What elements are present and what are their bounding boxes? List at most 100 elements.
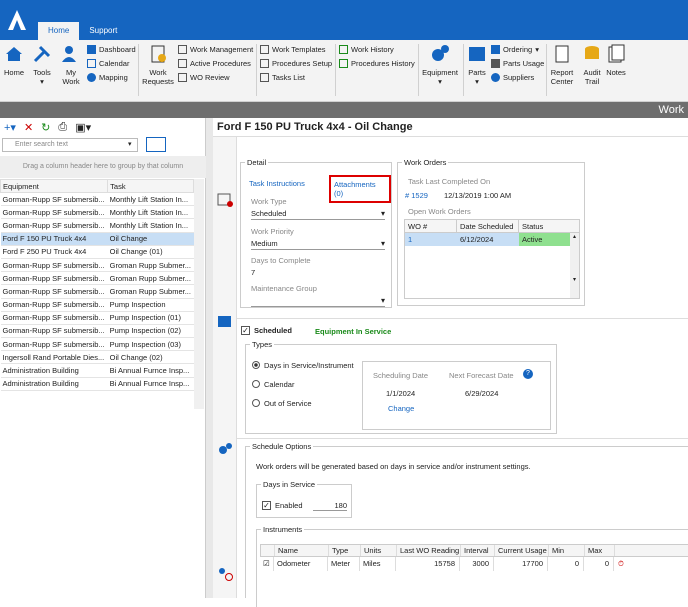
task-cell[interactable]: Groman Rupp Submer... — [107, 258, 194, 273]
task-cell[interactable]: Pump Inspection — [107, 298, 194, 312]
col-header[interactable]: Min — [549, 545, 585, 556]
col-header[interactable]: Type — [329, 545, 361, 556]
tab-support[interactable]: Support — [79, 22, 127, 40]
task-cell[interactable]: Pump Inspection (02) — [107, 324, 194, 339]
change-link[interactable]: Change — [388, 404, 414, 413]
panel-splitter[interactable] — [206, 118, 213, 598]
equipment-cell[interactable]: Gorman-Rupp SF submersib... — [0, 271, 108, 286]
col-header-task[interactable]: Task — [107, 179, 194, 193]
task-cell[interactable]: Pump Inspection (01) — [107, 311, 194, 325]
table-row[interactable]: Gorman-Rupp SF submersib... Monthly Lift … — [0, 218, 194, 233]
col-date[interactable]: Date Scheduled — [457, 220, 519, 232]
work-requests-button[interactable]: Work Requests — [141, 44, 175, 86]
task-cell[interactable]: Groman Rupp Submer... — [107, 271, 194, 286]
equipment-cell[interactable]: Administration Building — [0, 377, 108, 391]
print-icon[interactable]: ⎙ — [58, 121, 67, 134]
suppliers-button[interactable]: Suppliers — [491, 73, 534, 82]
equipment-cell[interactable]: Gorman-Rupp SF submersib... — [0, 311, 108, 325]
radio-icon[interactable] — [252, 361, 260, 369]
table-row[interactable]: Gorman-Rupp SF submersib... Pump Inspecti… — [0, 337, 194, 352]
radio-days-in-service[interactable]: Days in Service/Instrument — [252, 361, 354, 370]
task-cell[interactable]: Oil Change (01) — [107, 245, 194, 259]
task-cell[interactable]: Monthly Lift Station In... — [107, 192, 194, 207]
instrument-cell[interactable]: 0 — [548, 557, 584, 571]
table-row[interactable]: Administration Building Bi Annual Furnce … — [0, 363, 194, 378]
tools-button[interactable]: Tools ▾ — [30, 44, 54, 86]
instrument-cell[interactable]: 3000 — [460, 557, 494, 571]
radio-icon[interactable] — [252, 399, 260, 407]
days-input[interactable]: 180 — [313, 501, 347, 511]
col-header[interactable]: Current Usage — [495, 545, 549, 556]
equipment-cell[interactable]: Gorman-Rupp SF submersib... — [0, 258, 108, 273]
table-row[interactable]: Ford F 250 PU Truck 4x4 Oil Change (01) — [0, 245, 194, 259]
task-cell[interactable]: Oil Change (02) — [107, 350, 194, 365]
task-cell[interactable]: Pump Inspection (03) — [107, 337, 194, 352]
wo-scrollbar[interactable]: ▴ ▾ — [570, 233, 579, 298]
task-cell[interactable]: Bi Annual Furnce Insp... — [107, 377, 194, 391]
calendar-button[interactable]: Calendar — [87, 59, 129, 68]
table-row[interactable]: Ingersoll Rand Portable Dies... Oil Chang… — [0, 350, 194, 365]
col-wo[interactable]: WO # — [405, 220, 457, 232]
check-icon[interactable]: ✓ — [262, 501, 271, 510]
equipment-cell[interactable]: Gorman-Rupp SF submersib... — [0, 218, 108, 233]
work-history-button[interactable]: Work History — [339, 45, 394, 54]
equipment-cell[interactable]: Gorman-Rupp SF submersib... — [0, 205, 108, 220]
radio-icon[interactable] — [252, 380, 260, 388]
column-chooser-icon[interactable] — [146, 137, 166, 152]
instrument-cell[interactable]: 17700 — [494, 557, 548, 571]
mapping-button[interactable]: Mapping — [87, 73, 128, 82]
col-header[interactable]: Interval — [461, 545, 495, 556]
task-cell[interactable]: Monthly Lift Station In... — [107, 218, 194, 233]
table-row[interactable]: 1 6/12/2024 Active — [405, 233, 579, 246]
table-row[interactable]: Gorman-Rupp SF submersib... Groman Rupp S… — [0, 258, 194, 273]
add-icon[interactable]: +▾ — [4, 121, 16, 134]
attachments-link[interactable]: Attachments (0) — [329, 175, 391, 203]
col-header[interactable]: Max — [585, 545, 615, 556]
table-row[interactable]: Gorman-Rupp SF submersib... Pump Inspecti… — [0, 311, 194, 325]
table-row[interactable]: ☑ Odometer Meter Miles 15758 3000 17700 0 0 ⏱ — [260, 557, 688, 571]
clock-icon[interactable]: ⏱ — [614, 557, 624, 571]
equipment-cell[interactable]: Gorman-Rupp SF submersib... — [0, 192, 108, 207]
audit-trail-button[interactable]: Audit Trail — [580, 44, 604, 86]
instrument-cell[interactable]: 15758 — [396, 557, 460, 571]
view-icon[interactable]: ▣▾ — [75, 121, 91, 134]
task-cell[interactable]: Oil Change — [107, 232, 194, 246]
report-center-button[interactable]: Report Center — [548, 44, 576, 86]
scheduled-checkbox[interactable]: ✓ Scheduled — [241, 326, 292, 335]
tasks-list-button[interactable]: Tasks List — [260, 73, 305, 82]
my-work-button[interactable]: My Work — [58, 44, 84, 86]
wo-review-button[interactable]: WO Review — [178, 73, 230, 82]
parts-button[interactable]: Parts ▾ — [466, 44, 488, 86]
wo-number[interactable]: 1 — [405, 233, 457, 246]
maintenance-group-select[interactable] — [251, 296, 385, 307]
search-input[interactable]: Enter search text — [2, 138, 138, 152]
table-row[interactable]: Administration Building Bi Annual Furnce … — [0, 377, 194, 391]
refresh-icon[interactable]: ↻ — [41, 121, 50, 134]
last-wo-link[interactable]: # 1529 — [405, 191, 428, 200]
equipment-cell[interactable]: Ingersoll Rand Portable Dies... — [0, 350, 108, 365]
scheduled-calendar-icon[interactable] — [217, 315, 233, 329]
col-status[interactable]: Status — [519, 220, 571, 232]
equipment-cell[interactable]: Ford F 150 PU Truck 4x4 — [0, 232, 108, 246]
task-cell[interactable]: Groman Rupp Submer... — [107, 284, 194, 299]
radio-calendar[interactable]: Calendar — [252, 380, 294, 389]
equipment-cell[interactable]: Ford F 250 PU Truck 4x4 — [0, 245, 108, 259]
options-gears-icon[interactable] — [217, 442, 233, 456]
work-type-select[interactable]: Scheduled — [251, 209, 385, 220]
table-row[interactable]: Gorman-Rupp SF submersib... Pump Inspecti… — [0, 324, 194, 339]
user-clock-icon[interactable] — [217, 567, 233, 581]
equipment-cell[interactable]: Gorman-Rupp SF submersib... — [0, 337, 108, 352]
equipment-cell[interactable]: Gorman-Rupp SF submersib... — [0, 324, 108, 339]
priority-select[interactable]: Medium — [251, 239, 385, 250]
instrument-cell[interactable]: Odometer — [274, 557, 328, 571]
task-cell[interactable]: Bi Annual Furnce Insp... — [107, 363, 194, 378]
col-header[interactable]: Name — [275, 545, 329, 556]
schedule-calendar-icon[interactable] — [217, 193, 233, 207]
parts-usage-button[interactable]: Parts Usage — [491, 59, 544, 68]
help-icon[interactable]: ? — [523, 369, 533, 379]
table-row[interactable]: Gorman-Rupp SF submersib... Pump Inspecti… — [0, 298, 194, 312]
equipment-cell[interactable]: Administration Building — [0, 363, 108, 378]
search-dropdown-icon[interactable]: ▾ — [128, 140, 132, 148]
tab-home[interactable]: Home — [38, 22, 80, 40]
col-header-equipment[interactable]: Equipment — [0, 179, 109, 193]
